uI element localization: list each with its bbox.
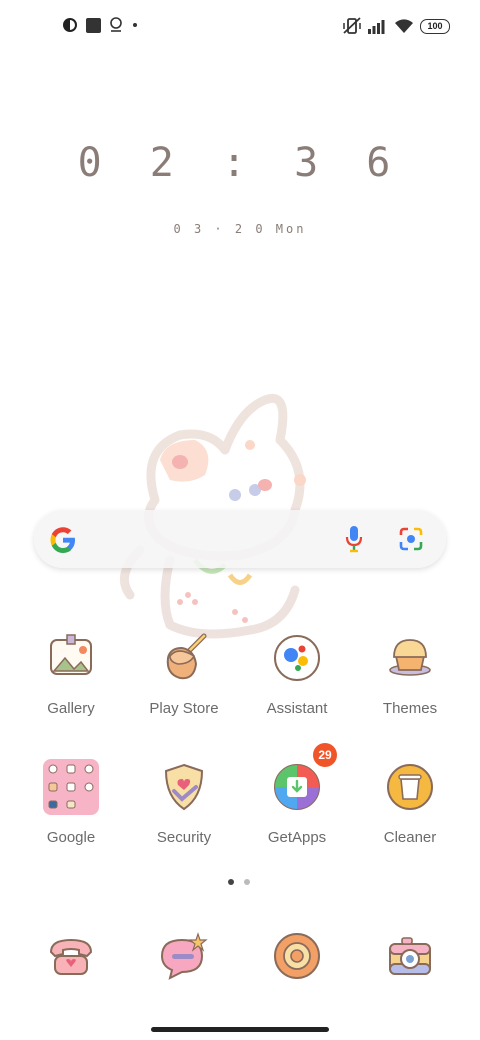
app-label-cleaner: Cleaner bbox=[383, 829, 437, 846]
getapps-icon[interactable]: 29 bbox=[267, 743, 337, 817]
location-pin-icon bbox=[110, 17, 122, 32]
camera-icon[interactable] bbox=[380, 926, 440, 986]
vibrate-off-icon bbox=[343, 17, 361, 34]
battery-icon: 100 bbox=[420, 18, 450, 34]
app-label-assistant: Assistant bbox=[266, 700, 328, 717]
cleaner-icon[interactable] bbox=[380, 757, 440, 817]
app-cleaner[interactable]: Cleaner bbox=[355, 757, 465, 846]
clock-time[interactable]: 0 2 : 3 6 bbox=[0, 140, 480, 186]
themes-icon[interactable] bbox=[380, 628, 440, 688]
notification-badge: 29 bbox=[313, 743, 337, 767]
status-left bbox=[62, 17, 139, 33]
status-right: 100 bbox=[342, 17, 450, 35]
square-icon bbox=[86, 17, 101, 33]
google-search-bar[interactable] bbox=[34, 510, 446, 568]
app-label-gallery: Gallery bbox=[47, 700, 95, 717]
app-security[interactable]: Security bbox=[129, 757, 239, 846]
status-bar: 100 bbox=[0, 0, 480, 56]
app-label-getapps: GetApps bbox=[267, 829, 327, 846]
gallery-icon[interactable] bbox=[41, 628, 101, 688]
app-themes[interactable]: Themes bbox=[355, 628, 465, 717]
lens-icon[interactable] bbox=[398, 526, 424, 552]
clock-date[interactable]: 0 3 · 2 0 Mon bbox=[0, 222, 480, 236]
page-dot-1[interactable] bbox=[228, 879, 234, 885]
messages-icon[interactable] bbox=[154, 926, 214, 986]
mic-icon[interactable] bbox=[344, 524, 364, 554]
google-g-icon[interactable] bbox=[48, 525, 78, 555]
wifi-icon bbox=[395, 19, 413, 33]
app-getapps[interactable]: 29 GetApps bbox=[242, 743, 352, 846]
page-indicator[interactable] bbox=[228, 879, 250, 885]
app-label-security: Security bbox=[156, 829, 212, 846]
app-label-themes: Themes bbox=[382, 700, 438, 717]
dot-icon bbox=[133, 23, 137, 27]
page-dot-2[interactable] bbox=[244, 879, 250, 885]
phone-icon[interactable] bbox=[41, 926, 101, 986]
assistant-icon[interactable] bbox=[267, 628, 327, 688]
app-gallery[interactable]: Gallery bbox=[16, 628, 126, 717]
security-icon[interactable] bbox=[154, 757, 214, 817]
app-assistant[interactable]: Assistant bbox=[242, 628, 352, 717]
home-indicator[interactable] bbox=[151, 1027, 329, 1032]
app-label-play-store: Play Store bbox=[149, 700, 219, 717]
app-folder-google[interactable]: Google bbox=[16, 757, 126, 846]
app-label-google: Google bbox=[46, 829, 96, 846]
app-play-store[interactable]: Play Store bbox=[129, 628, 239, 717]
play-store-icon[interactable] bbox=[154, 628, 214, 688]
browser-icon[interactable] bbox=[267, 926, 327, 986]
signal-icon bbox=[368, 20, 385, 34]
google-folder-icon[interactable] bbox=[41, 757, 101, 817]
circle-half-icon bbox=[63, 18, 77, 32]
